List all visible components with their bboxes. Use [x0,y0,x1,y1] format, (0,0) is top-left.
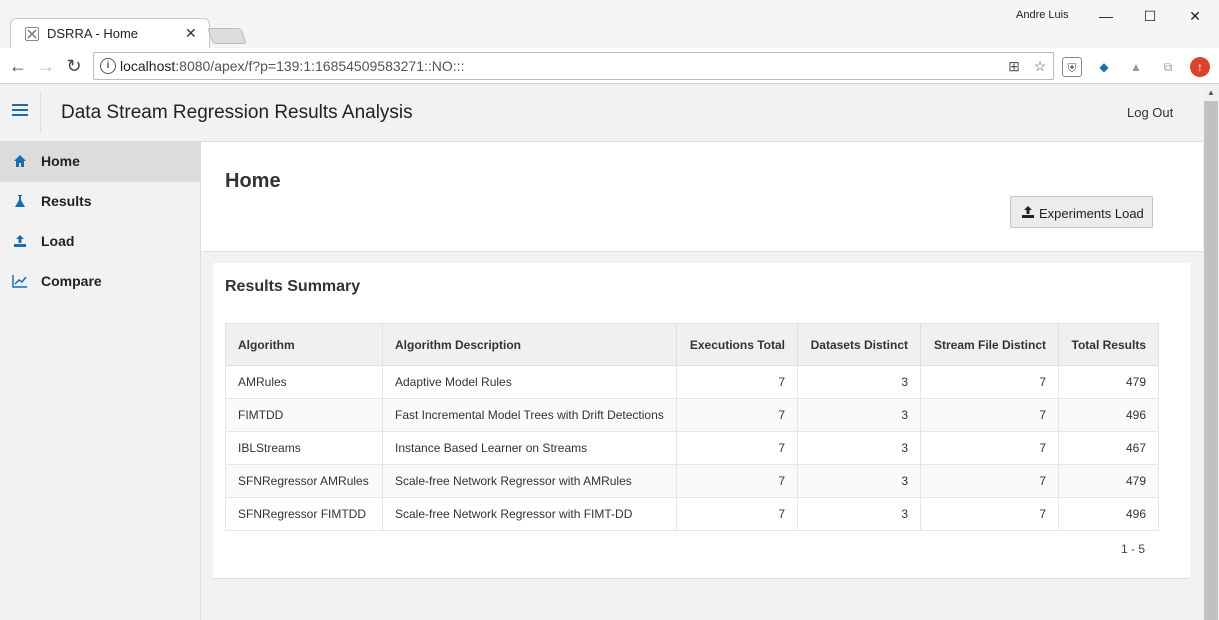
scrollbar-thumb[interactable] [1204,101,1218,620]
results-summary-table: Algorithm Algorithm Description Executio… [225,323,1159,531]
results-summary-region: Results Summary Algorithm Algorithm Desc… [213,263,1190,579]
cell-total-results: 467 [1058,431,1159,465]
upload-icon [1021,205,1035,219]
cell-datasets: 3 [797,398,921,432]
cell-datasets: 3 [797,497,921,531]
table-row: SFNRegressor AMRules Scale-free Network … [225,464,1159,498]
browser-tab[interactable]: DSRRA - Home ✕ [10,18,210,48]
scroll-up-icon[interactable]: ▲ [1207,88,1215,97]
cell-datasets: 3 [797,464,921,498]
cell-algorithm: IBLStreams [225,431,383,465]
translate-icon[interactable]: ⊞ [1005,57,1023,75]
tab-title: DSRRA - Home [47,26,139,41]
cell-description: Scale-free Network Regressor with AMRule… [382,464,677,498]
table-header-row: Algorithm Algorithm Description Executio… [225,323,1159,366]
app-header: Data Stream Regression Results Analysis … [0,85,1203,142]
table-row: SFNRegressor FIMTDD Scale-free Network R… [225,497,1159,531]
sidebar-item-home[interactable]: Home [0,142,200,182]
cell-executions: 7 [676,431,798,465]
browser-tabstrip: DSRRA - Home ✕ Andre Luis — ☐ ✕ [0,0,1219,48]
table-row: IBLStreams Instance Based Learner on Str… [225,431,1159,465]
column-header-stream-files[interactable]: Stream File Distinct [920,323,1059,366]
page-scrollbar[interactable]: ▲ [1203,85,1219,620]
url-text[interactable]: localhost:8080/apex/f?p=139:1:1685450958… [120,58,464,74]
cell-stream-files: 7 [920,398,1059,432]
cell-executions: 7 [676,365,798,399]
sidebar-item-label: Load [41,233,75,249]
drive-extension-icon[interactable]: ▲ [1126,57,1146,77]
cell-datasets: 3 [797,365,921,399]
cell-algorithm: SFNRegressor FIMTDD [225,497,383,531]
sidebar-item-label: Results [41,193,92,209]
upload-extension-icon[interactable]: ↑ [1190,57,1210,77]
cell-executions: 7 [676,398,798,432]
column-header-algorithm[interactable]: Algorithm [225,323,383,366]
window-close-icon[interactable]: ✕ [1175,4,1215,28]
sidebar-item-label: Home [41,153,80,169]
maximize-icon[interactable]: ☐ [1130,4,1170,28]
browser-user-name[interactable]: Andre Luis [1016,9,1069,21]
cell-total-results: 496 [1058,497,1159,531]
line-chart-icon [12,274,28,290]
menu-toggle-icon[interactable] [12,104,28,118]
bookmark-star-icon[interactable]: ☆ [1031,57,1049,75]
cell-stream-files: 7 [920,464,1059,498]
cell-total-results: 479 [1058,365,1159,399]
pdf-extension-icon[interactable]: ⧉ [1158,57,1178,77]
cell-total-results: 479 [1058,464,1159,498]
new-tab-button[interactable] [207,28,247,44]
column-header-description[interactable]: Algorithm Description [382,323,677,366]
cell-total-results: 496 [1058,398,1159,432]
sidebar-item-compare[interactable]: Compare [0,262,200,302]
cell-algorithm: SFNRegressor AMRules [225,464,383,498]
close-tab-icon[interactable]: ✕ [185,25,197,42]
main-content: Home Experiments Load Results Summary Al… [201,142,1203,620]
cell-description: Instance Based Learner on Streams [382,431,677,465]
sidebar-item-results[interactable]: Results [0,182,200,222]
cell-stream-files: 7 [920,365,1059,399]
home-icon [12,154,28,170]
logout-link[interactable]: Log Out [1127,105,1173,120]
sidebar-item-load[interactable]: Load [0,222,200,262]
cell-stream-files: 7 [920,431,1059,465]
page-title: Home [225,170,281,192]
column-header-executions[interactable]: Executions Total [676,323,798,366]
flask-icon [12,194,28,210]
results-summary-title: Results Summary [225,278,361,295]
cell-stream-files: 7 [920,497,1059,531]
column-header-datasets[interactable]: Datasets Distinct [797,323,921,366]
cell-executions: 7 [676,464,798,498]
experiments-load-button[interactable]: Experiments Load [1010,196,1153,228]
table-row: AMRules Adaptive Model Rules 7 3 7 479 [225,365,1159,399]
pagination-label: 1 - 5 [1121,542,1146,556]
diamond-extension-icon[interactable]: ◆ [1094,57,1114,77]
column-header-total-results[interactable]: Total Results [1058,323,1159,366]
minimize-icon[interactable]: — [1086,4,1126,28]
info-icon[interactable]: i [100,58,116,74]
upload-icon [12,234,28,250]
sidebar-nav: Home Results Load Compare [0,142,201,620]
cell-datasets: 3 [797,431,921,465]
page-hero: Home Experiments Load [201,142,1203,252]
cell-algorithm: AMRules [225,365,383,399]
forward-icon[interactable]: → [34,54,58,78]
experiments-load-label: Experiments Load [1039,206,1144,221]
cell-algorithm: FIMTDD [225,398,383,432]
reload-icon[interactable]: ↻ [62,54,86,78]
cell-description: Scale-free Network Regressor with FIMT-D… [382,497,677,531]
browser-toolbar: ← → ↻ i localhost:8080/apex/f?p=139:1:16… [0,48,1219,84]
table-row: FIMTDD Fast Incremental Model Trees with… [225,398,1159,432]
back-icon[interactable]: ← [6,54,30,78]
cell-description: Fast Incremental Model Trees with Drift … [382,398,677,432]
shield-extension-icon[interactable]: ⛨ [1062,57,1082,77]
address-bar[interactable]: i localhost:8080/apex/f?p=139:1:16854509… [93,52,1054,80]
cell-executions: 7 [676,497,798,531]
cell-description: Adaptive Model Rules [382,365,677,399]
header-divider [40,93,41,133]
app-favicon-icon [25,27,39,41]
app-title: Data Stream Regression Results Analysis [61,102,413,123]
sidebar-item-label: Compare [41,273,102,289]
